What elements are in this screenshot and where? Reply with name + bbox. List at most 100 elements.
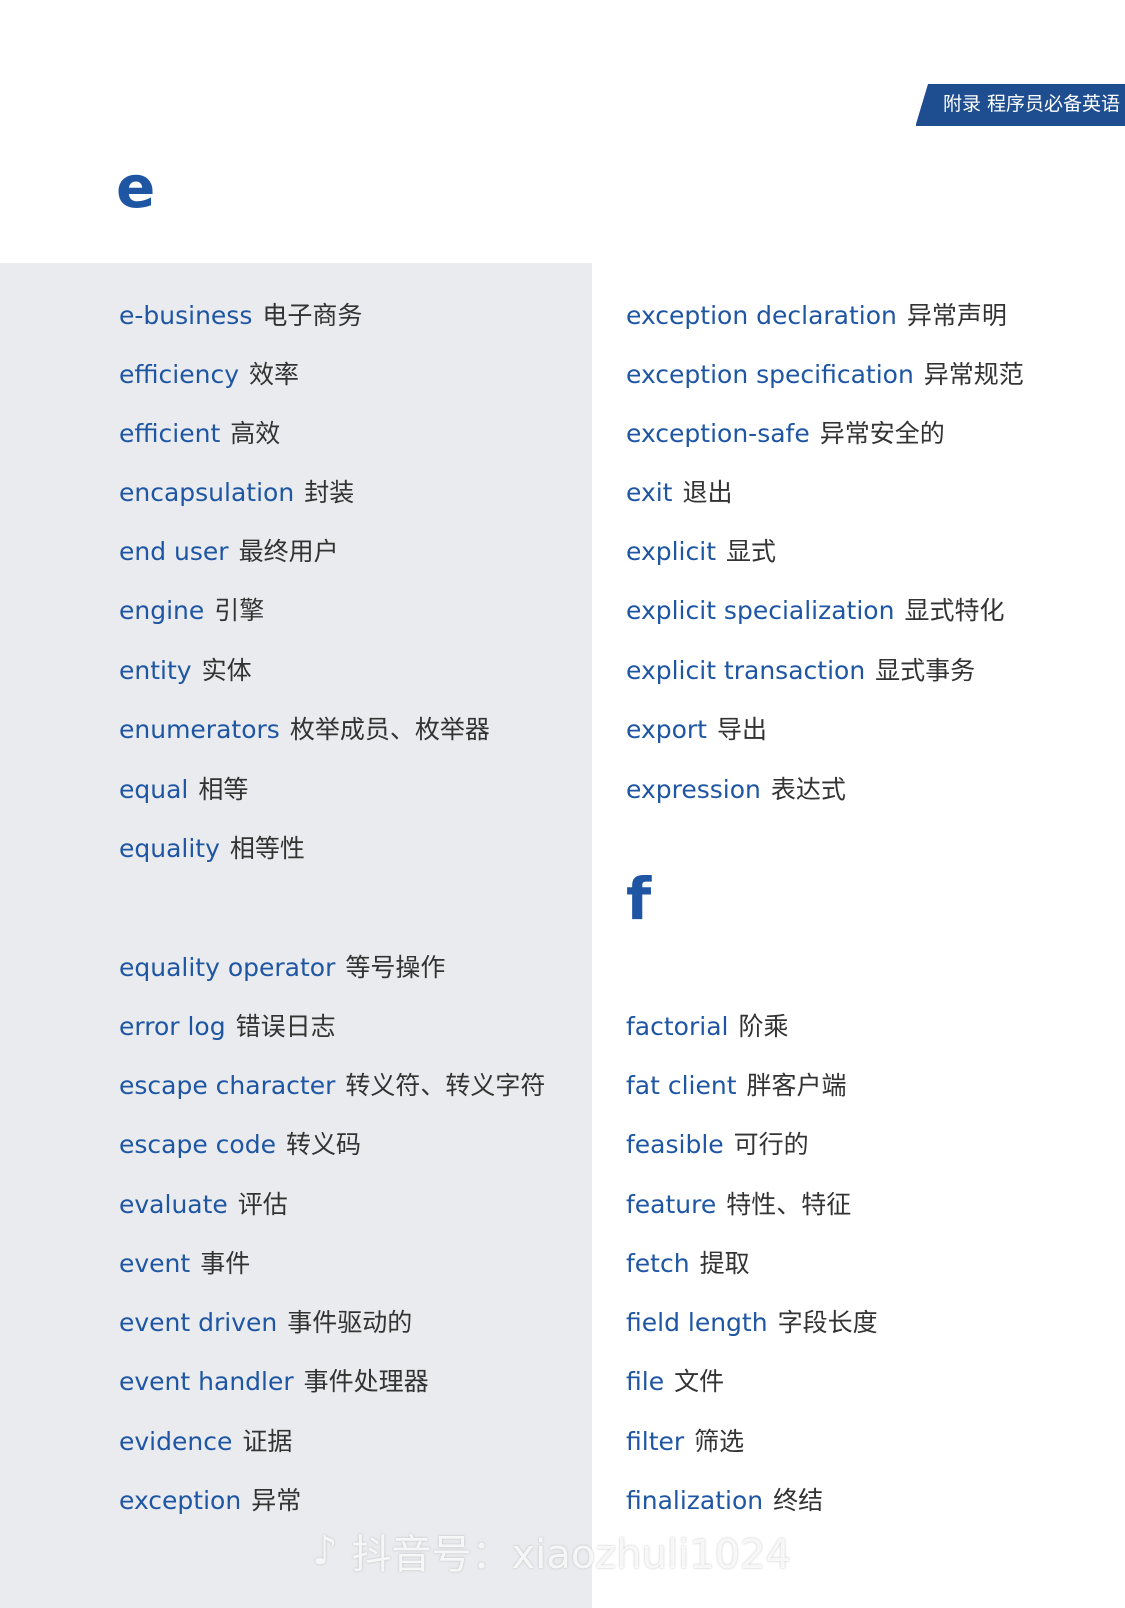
entry-term: finalization <box>626 1486 764 1515</box>
glossary-entry: efficient 高效 <box>119 417 280 451</box>
entry-term: evaluate <box>119 1190 228 1219</box>
entry-gloss: 错误日志 <box>235 1012 336 1041</box>
entry-gloss: 事件处理器 <box>303 1367 429 1396</box>
entry-term: equal <box>119 775 189 804</box>
entry-gloss: 显式事务 <box>875 656 976 685</box>
glossary-entry: export 导出 <box>626 713 767 747</box>
glossary-entry: factorial 阶乘 <box>626 1010 788 1044</box>
entry-term: explicit transaction <box>626 656 866 685</box>
entry-term: export <box>626 715 707 744</box>
entry-gloss: 相等 <box>198 775 249 804</box>
entry-gloss: 提取 <box>699 1249 750 1278</box>
douyin-watermark: ♪ 抖音号：xiaozhuli1024 <box>312 1523 791 1579</box>
entry-gloss: 终结 <box>773 1486 824 1515</box>
entry-term: exception declaration <box>626 301 897 330</box>
entry-term: filter <box>626 1427 685 1456</box>
entry-term: exception <box>119 1486 242 1515</box>
glossary-entry: e-business 电子商务 <box>119 299 362 333</box>
entry-gloss: 最终用户 <box>238 537 339 566</box>
entry-term: expression <box>626 775 761 804</box>
entry-gloss: 电子商务 <box>262 301 363 330</box>
entry-gloss: 证据 <box>242 1427 293 1456</box>
entry-gloss: 高效 <box>230 419 281 448</box>
entry-gloss: 阶乘 <box>738 1012 789 1041</box>
section-letter-e: e <box>116 153 156 221</box>
entry-term: escape code <box>119 1130 276 1159</box>
section-letter-f: f <box>626 865 652 933</box>
entry-gloss: 退出 <box>682 478 733 507</box>
entry-gloss: 可行的 <box>733 1130 809 1159</box>
entry-term: feasible <box>626 1130 724 1159</box>
glossary-entry: evaluate 评估 <box>119 1188 288 1222</box>
entry-gloss: 异常声明 <box>906 301 1007 330</box>
glossary-entry: explicit 显式 <box>626 535 776 569</box>
entry-gloss: 事件驱动的 <box>287 1308 413 1337</box>
entry-term: fetch <box>626 1249 690 1278</box>
glossary-entry: event handler 事件处理器 <box>119 1365 429 1399</box>
glossary-entry: field length 字段长度 <box>626 1306 878 1340</box>
entry-term: equality operator <box>119 953 336 982</box>
glossary-entry: entity 实体 <box>119 654 252 688</box>
entry-term: event handler <box>119 1367 294 1396</box>
entry-gloss: 实体 <box>201 656 252 685</box>
watermark-text: 抖音号：xiaozhuli1024 <box>351 1532 792 1578</box>
entry-term: explicit specialization <box>626 596 895 625</box>
glossary-entry: fat client 胖客户端 <box>626 1069 847 1103</box>
glossary-entry: equal 相等 <box>119 773 248 807</box>
entry-term: event <box>119 1249 191 1278</box>
entry-term: efficiency <box>119 360 240 389</box>
entry-gloss: 转义符、转义字符 <box>345 1071 546 1100</box>
glossary-entry: encapsulation 封装 <box>119 476 354 510</box>
glossary-entry: fetch 提取 <box>626 1247 750 1281</box>
entry-gloss: 显式特化 <box>904 596 1005 625</box>
entry-gloss: 表达式 <box>770 775 846 804</box>
entry-term: engine <box>119 596 205 625</box>
glossary-entry: exception-safe 异常安全的 <box>626 417 945 451</box>
entry-gloss: 胖客户端 <box>746 1071 847 1100</box>
glossary-entry: finalization 终结 <box>626 1484 823 1518</box>
glossary-entry: error log 错误日志 <box>119 1010 336 1044</box>
entry-gloss: 转义码 <box>285 1130 361 1159</box>
header-rule <box>916 124 1125 126</box>
douyin-logo-icon: ♪ <box>312 1528 338 1574</box>
entry-term: feature <box>626 1190 717 1219</box>
entry-gloss: 异常规范 <box>923 360 1024 389</box>
appendix-header-label: 附录 程序员必备英语 <box>943 93 1121 115</box>
entry-term: factorial <box>626 1012 729 1041</box>
glossary-entry: event 事件 <box>119 1247 250 1281</box>
entry-gloss: 导出 <box>716 715 767 744</box>
entry-gloss: 文件 <box>674 1367 725 1396</box>
glossary-entry: equality operator 等号操作 <box>119 951 445 985</box>
glossary-entry: engine 引擎 <box>119 594 264 628</box>
entry-term: fat client <box>626 1071 737 1100</box>
glossary-entry: file 文件 <box>626 1365 724 1399</box>
entry-gloss: 事件 <box>200 1249 251 1278</box>
glossary-entry: exception specification 异常规范 <box>626 358 1024 392</box>
entry-term: exception specification <box>626 360 914 389</box>
entry-gloss: 等号操作 <box>345 953 446 982</box>
glossary-entry: explicit specialization 显式特化 <box>626 594 1004 628</box>
entry-term: exit <box>626 478 673 507</box>
glossary-entry: expression 表达式 <box>626 773 846 807</box>
glossary-entry: end user 最终用户 <box>119 535 339 569</box>
entry-gloss: 枚举成员、枚举器 <box>289 715 490 744</box>
entry-term: error log <box>119 1012 226 1041</box>
left-column-panel <box>0 263 592 1608</box>
entry-gloss: 封装 <box>304 478 355 507</box>
entry-term: encapsulation <box>119 478 295 507</box>
entry-term: end user <box>119 537 229 566</box>
entry-gloss: 相等性 <box>229 834 305 863</box>
glossary-entry: exception declaration 异常声明 <box>626 299 1007 333</box>
entry-gloss: 特性、特征 <box>726 1190 852 1219</box>
entry-term: enumerators <box>119 715 280 744</box>
glossary-entry: explicit transaction 显式事务 <box>626 654 975 688</box>
glossary-entry: feature 特性、特征 <box>626 1188 851 1222</box>
glossary-entry: event driven 事件驱动的 <box>119 1306 412 1340</box>
glossary-entry: exception 异常 <box>119 1484 301 1518</box>
glossary-entry: escape code 转义码 <box>119 1128 361 1162</box>
entry-gloss: 效率 <box>249 360 300 389</box>
glossary-entry: evidence 证据 <box>119 1425 292 1459</box>
entry-gloss: 评估 <box>237 1190 288 1219</box>
entry-gloss: 筛选 <box>694 1427 745 1456</box>
entry-term: exception-safe <box>626 419 810 448</box>
